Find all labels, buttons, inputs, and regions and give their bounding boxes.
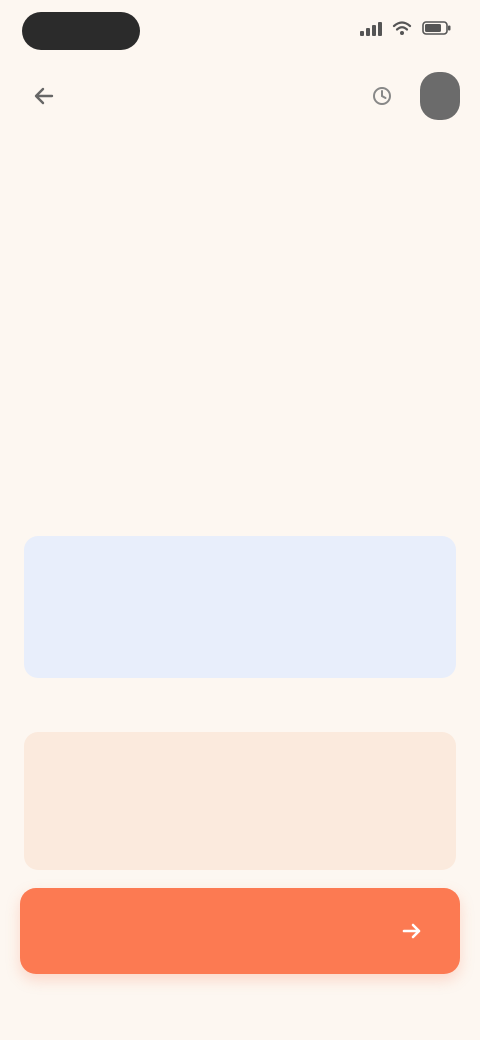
header-actions (362, 72, 460, 120)
app-header (0, 64, 480, 124)
arrow-right-icon (392, 911, 432, 951)
tip-card[interactable] (24, 732, 456, 870)
status-time (22, 12, 140, 50)
back-button[interactable] (22, 74, 66, 118)
arrow-left-icon (34, 87, 54, 105)
status-bar (0, 0, 480, 64)
signal-icon (360, 20, 382, 36)
history-button[interactable] (362, 76, 402, 116)
screen (0, 0, 480, 1040)
primary-cta-button[interactable] (20, 888, 460, 974)
wifi-icon (392, 20, 412, 36)
status-icons (360, 20, 452, 36)
battery-icon (422, 21, 452, 35)
content-area (0, 130, 480, 520)
avatar[interactable] (420, 72, 460, 120)
history-icon (373, 87, 391, 105)
info-card[interactable] (24, 536, 456, 678)
